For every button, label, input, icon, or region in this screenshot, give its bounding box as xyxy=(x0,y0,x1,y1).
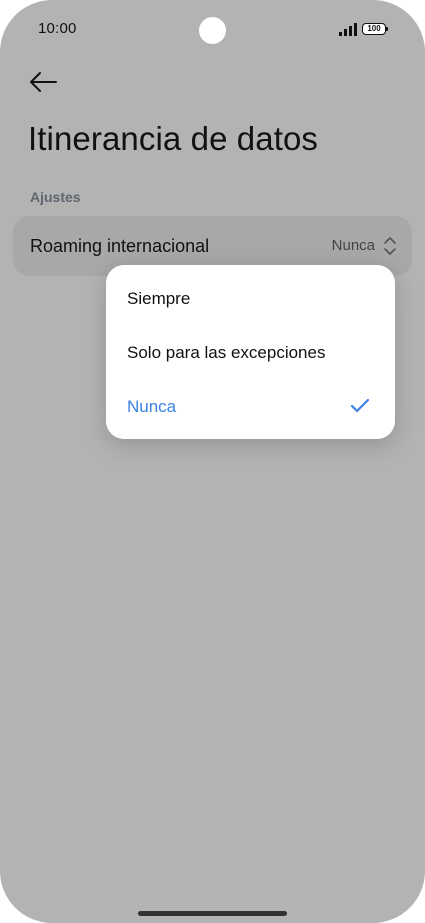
option-solo-excepciones[interactable]: Solo para las excepciones xyxy=(127,333,377,373)
back-arrow-icon[interactable] xyxy=(28,70,58,94)
roaming-options-popup: Siempre Solo para las excepciones Nunca xyxy=(106,265,395,439)
section-header: Ajustes xyxy=(30,189,81,205)
option-nunca[interactable]: Nunca xyxy=(127,387,377,427)
front-camera xyxy=(199,17,226,44)
battery-icon: 100 xyxy=(362,23,388,35)
option-siempre[interactable]: Siempre xyxy=(127,279,377,319)
phone-screen: 10:00 100 Itinerancia de datos Ajustes R… xyxy=(0,0,425,923)
setting-label: Roaming internacional xyxy=(30,236,210,256)
signal-icon xyxy=(339,23,357,36)
status-time: 10:00 xyxy=(38,20,77,37)
page-title: Itinerancia de datos xyxy=(28,120,319,157)
home-indicator[interactable] xyxy=(138,911,287,916)
up-down-chevron-icon xyxy=(384,237,396,255)
checkmark-icon xyxy=(350,398,370,413)
setting-value: Nunca xyxy=(331,237,375,254)
